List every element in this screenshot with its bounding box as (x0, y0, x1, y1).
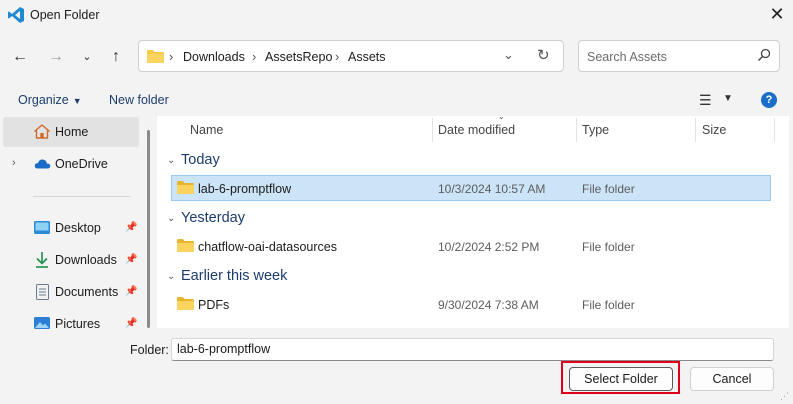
sidebar-item-downloads[interactable]: Downloads (55, 253, 117, 267)
column-divider[interactable] (576, 118, 577, 142)
column-divider[interactable] (432, 118, 433, 142)
chevron-down-icon[interactable]: ▼ (723, 93, 733, 104)
resize-grip-icon[interactable]: ⋰ (780, 391, 789, 402)
new-folder-label: New folder (109, 93, 169, 107)
download-icon (36, 252, 48, 268)
pin-icon[interactable]: 📌 (125, 318, 137, 329)
recent-locations-button[interactable]: ⌄ (77, 47, 97, 67)
breadcrumb-separator: › (335, 49, 340, 64)
column-header-type[interactable]: Type (582, 123, 609, 137)
folder-icon (147, 50, 164, 63)
group-collapse-icon[interactable]: ⌄ (167, 213, 175, 224)
folder-name-input[interactable]: lab-6-promptflow (171, 338, 774, 361)
sidebar-item-pictures[interactable]: Pictures (55, 317, 100, 331)
breadcrumb-downloads[interactable]: Downloads (183, 50, 245, 64)
sidebar-item-onedrive[interactable]: OneDrive (55, 157, 108, 171)
help-icon[interactable]: ? (761, 92, 777, 108)
search-box[interactable]: Search Assets (578, 40, 780, 72)
column-divider[interactable] (774, 118, 775, 142)
pin-icon[interactable]: 📌 (125, 286, 137, 297)
file-type: File folder (582, 240, 635, 254)
title-bar: Open Folder ✕ (0, 0, 793, 30)
breadcrumb-separator: › (252, 49, 257, 64)
group-collapse-icon[interactable]: ⌄ (167, 155, 175, 166)
file-list-pane (157, 116, 789, 328)
breadcrumb-assets[interactable]: Assets (348, 50, 386, 64)
vscode-icon (8, 7, 24, 23)
group-collapse-icon[interactable]: ⌄ (167, 271, 175, 282)
folder-icon (177, 297, 194, 310)
group-header-yesterday[interactable]: Yesterday (181, 210, 245, 226)
column-header-date[interactable]: Date modified (438, 123, 515, 137)
sidebar-item-documents[interactable]: Documents (55, 285, 118, 299)
back-button[interactable]: ← (10, 47, 30, 67)
search-icon[interactable] (757, 48, 771, 62)
organize-button[interactable]: Organize ▼ (18, 93, 82, 107)
organize-label: Organize (18, 93, 69, 107)
file-name[interactable]: chatflow-oai-datasources (198, 240, 337, 254)
refresh-icon[interactable]: ↻ (537, 46, 550, 64)
sidebar-divider (33, 196, 131, 197)
pictures-icon (34, 317, 50, 329)
document-icon (36, 284, 49, 300)
address-bar[interactable]: › Downloads › AssetsRepo › Assets ⌄ ↻ (138, 40, 564, 72)
chevron-down-icon: ▼ (72, 96, 82, 106)
window-title: Open Folder (30, 8, 100, 22)
column-divider[interactable] (695, 118, 696, 142)
view-list-icon[interactable]: ☰ (699, 92, 712, 109)
new-folder-button[interactable]: New folder (109, 93, 169, 107)
sidebar-item-desktop[interactable]: Desktop (55, 221, 101, 235)
desktop-icon (34, 221, 50, 234)
arrow-left-icon: ← (12, 48, 28, 65)
folder-icon (177, 181, 194, 194)
group-header-earlier-this-week[interactable]: Earlier this week (181, 268, 287, 284)
file-date: 10/3/2024 10:57 AM (438, 182, 546, 196)
sort-indicator-icon: ⌄ (498, 112, 505, 121)
file-date: 9/30/2024 7:38 AM (438, 298, 539, 312)
arrow-up-icon: ↑ (112, 48, 120, 65)
folder-label: Folder: (130, 343, 169, 357)
address-history-chevron-icon[interactable]: ⌄ (503, 47, 514, 63)
file-type: File folder (582, 182, 635, 196)
forward-button[interactable]: → (46, 47, 66, 67)
group-header-today[interactable]: Today (181, 152, 220, 168)
sidebar-item-home-label: Home (55, 125, 89, 139)
file-name[interactable]: PDFs (198, 298, 229, 312)
pin-icon[interactable]: 📌 (125, 222, 137, 233)
file-name[interactable]: lab-6-promptflow (198, 182, 291, 196)
close-icon[interactable]: ✕ (767, 4, 787, 24)
breadcrumb-assetsrepo[interactable]: AssetsRepo (265, 50, 332, 64)
search-placeholder: Search Assets (587, 50, 667, 64)
cloud-icon (34, 159, 51, 169)
arrow-right-icon: → (48, 48, 64, 65)
up-button[interactable]: ↑ (106, 47, 126, 67)
select-folder-button[interactable]: Select Folder (569, 367, 673, 391)
cancel-button[interactable]: Cancel (690, 367, 774, 391)
column-header-name[interactable]: Name (190, 123, 223, 137)
file-date: 10/2/2024 2:52 PM (438, 240, 540, 254)
chevron-down-icon: ⌄ (82, 51, 92, 63)
pin-icon[interactable]: 📌 (125, 254, 137, 265)
home-icon (34, 124, 50, 139)
navigation-scrollbar[interactable] (147, 130, 150, 328)
breadcrumb-separator: › (169, 49, 174, 64)
file-type: File folder (582, 298, 635, 312)
expand-chevron-icon[interactable]: › (12, 157, 16, 169)
column-header-size[interactable]: Size (702, 123, 726, 137)
folder-icon (177, 239, 194, 252)
